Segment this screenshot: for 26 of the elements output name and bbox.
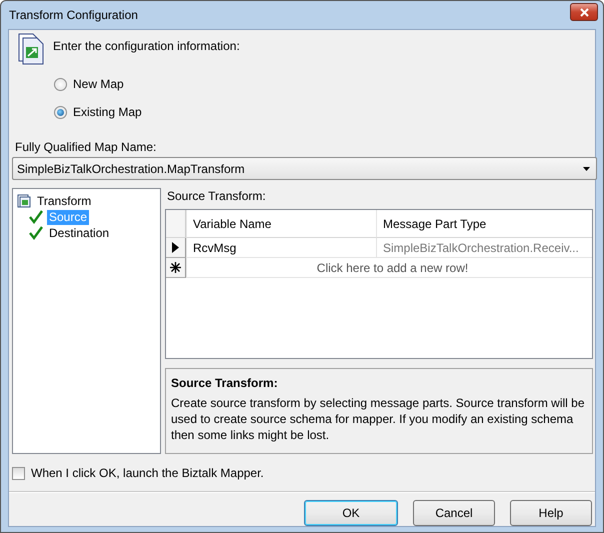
close-button[interactable] (570, 3, 598, 21)
radio-button[interactable]: New Map (54, 77, 124, 91)
dialog-button[interactable]: OK (304, 500, 398, 526)
radio-button[interactable]: Existing Map (54, 105, 142, 119)
table-cell: RcvMsg (186, 238, 376, 258)
tree-item[interactable]: Destination (47, 226, 112, 240)
add-row-link[interactable]: Click here to add a new row! (186, 258, 592, 278)
dialog-button[interactable]: Help (510, 500, 592, 526)
document-icon (17, 194, 31, 208)
window-title: Transform Configuration (8, 8, 138, 22)
dropdown-arrow-icon (583, 166, 590, 170)
grid-label: Source Transform: (167, 189, 267, 203)
description-title: Source Transform: (171, 376, 279, 390)
column-header[interactable]: Message Part Type (376, 210, 592, 238)
map-name-dropdown[interactable]: SimpleBizTalkOrchestration.MapTransform (12, 157, 597, 180)
document-icon (17, 33, 45, 65)
column-header[interactable]: Variable Name (186, 210, 376, 238)
description-text: Create source transform by selecting message parts. Source transform will be used to create source schema for mapper. If you modify an existing schema then some links might be lost. (171, 395, 586, 443)
close-icon (580, 8, 588, 16)
field-label: Fully Qualified Map Name: (15, 140, 158, 154)
launch-mapper-checkbox[interactable]: When I click OK, launch the Biztalk Mapper. (12, 466, 264, 480)
table-cell: SimpleBizTalkOrchestration.Receiv... (376, 238, 592, 258)
new-row-icon (170, 262, 181, 273)
instruction-text: Enter the configuration information: (53, 39, 240, 55)
dialog-button[interactable]: Cancel (413, 500, 495, 526)
tree-item[interactable]: Transform (35, 194, 94, 208)
